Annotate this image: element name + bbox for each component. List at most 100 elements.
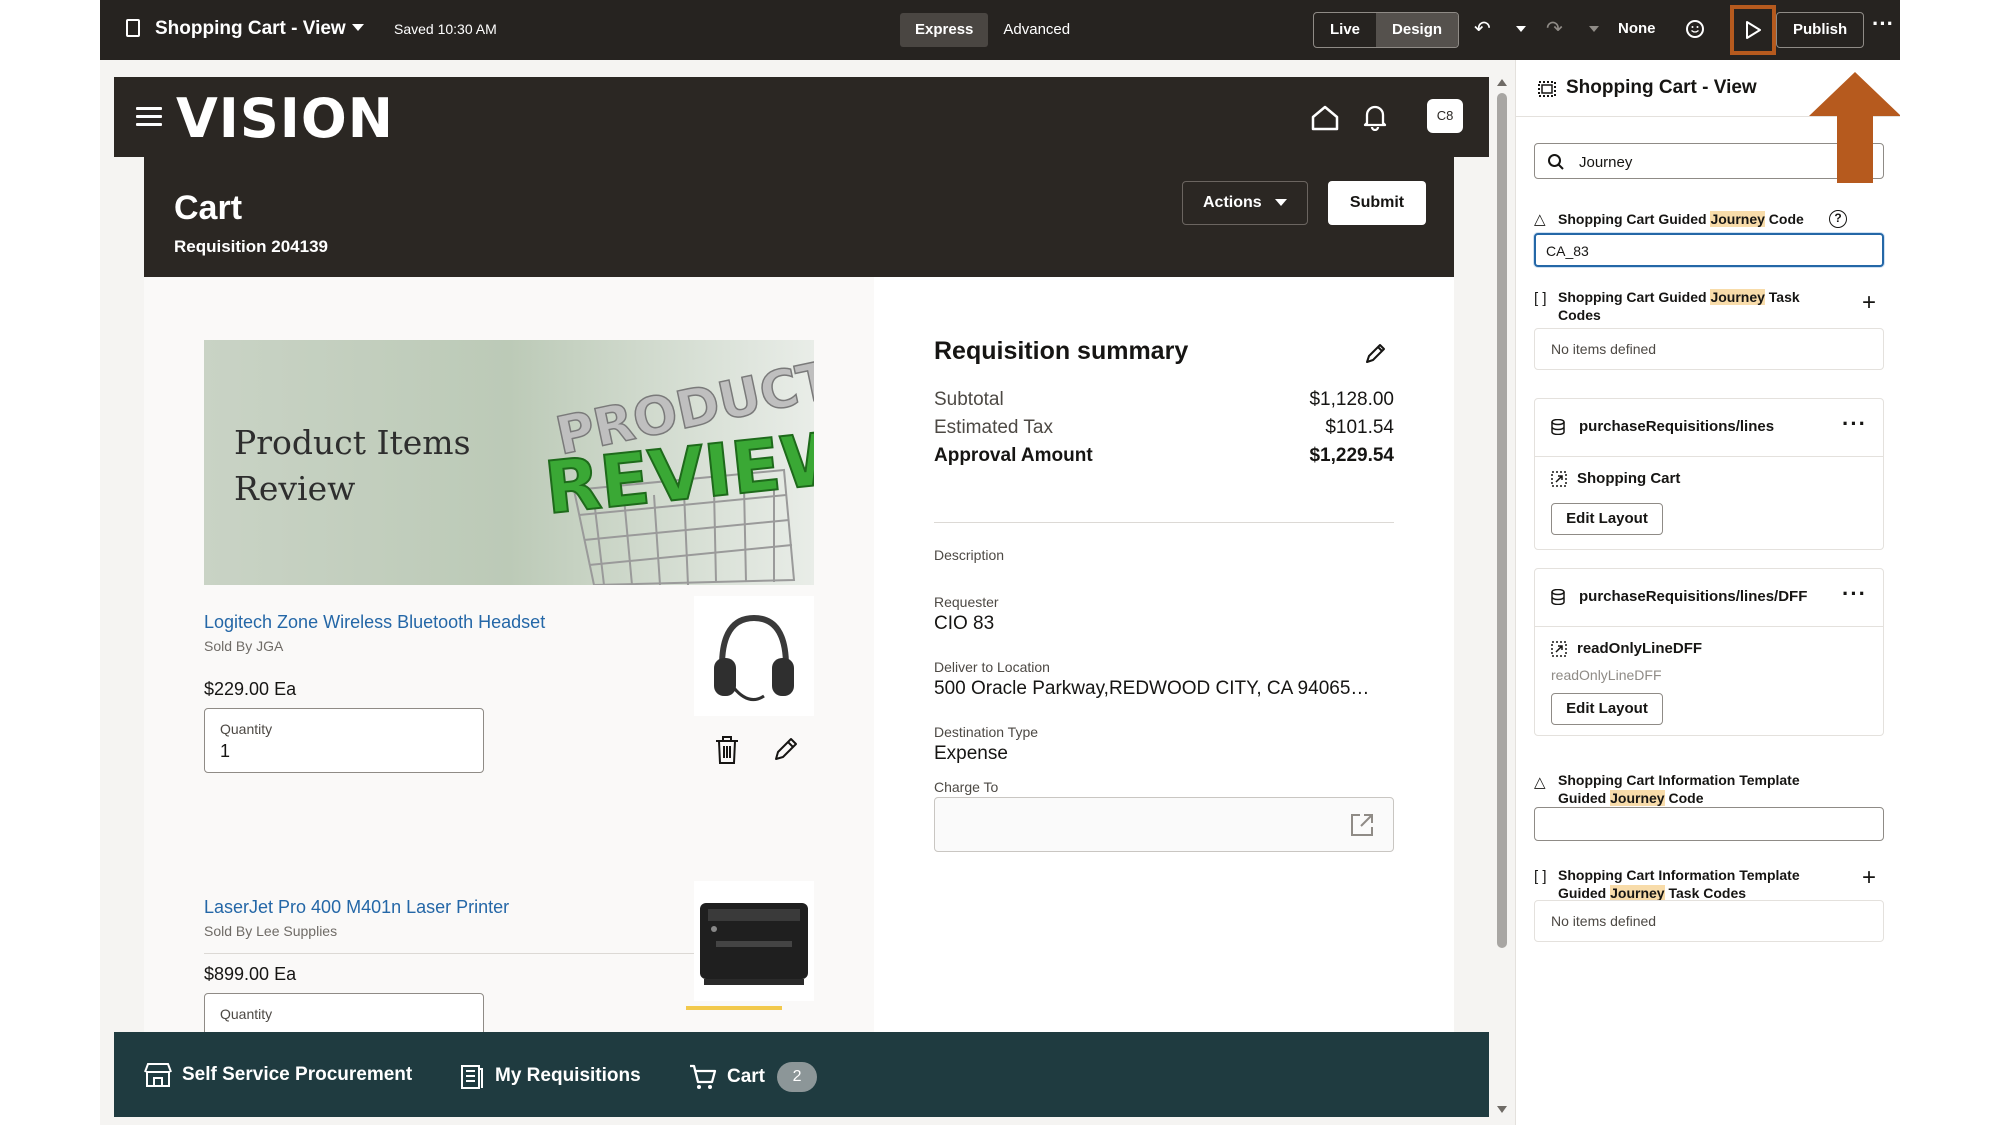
component-icon — [1538, 81, 1556, 97]
add-icon[interactable]: + — [1862, 866, 1876, 890]
redo-icon[interactable]: ↷ — [1546, 19, 1563, 39]
requisition-number: Requisition 204139 — [174, 237, 329, 256]
undo-icon[interactable]: ↶ — [1474, 19, 1491, 39]
charge-to-field[interactable] — [934, 797, 1394, 852]
empty-list: No items defined — [1534, 328, 1884, 370]
scroll-up-arrow-icon[interactable] — [1497, 79, 1507, 86]
top-toolbar: Shopping Cart - View Saved 10:30 AM Expr… — [100, 0, 1900, 60]
banner-text: Product Items Review — [234, 423, 471, 508]
cart-title: Cart — [174, 189, 243, 227]
product-seller: Sold By Lee Supplies — [204, 923, 338, 939]
product-name-link[interactable]: Logitech Zone Wireless Bluetooth Headset — [204, 612, 545, 633]
product-name-link[interactable]: LaserJet Pro 400 M401n Laser Printer — [204, 897, 509, 918]
summary-title: Requisition summary — [934, 337, 1189, 365]
redo-menu-chevron-icon[interactable] — [1589, 26, 1599, 32]
cart-icon — [690, 1064, 717, 1089]
edit-layout-button[interactable]: Edit Layout — [1551, 503, 1663, 535]
layout-icon — [1551, 640, 1567, 657]
data-source-card: purchaseRequisitions/lines/DFF ··· readO… — [1534, 568, 1884, 736]
chevron-down-icon[interactable] — [352, 24, 364, 31]
hamburger-menu-icon[interactable] — [136, 107, 162, 127]
live-tab[interactable]: Live — [1314, 13, 1376, 47]
sandbox-label[interactable]: None — [1618, 20, 1656, 37]
app-header: VISION C8 — [114, 77, 1489, 157]
external-link-icon[interactable] — [1349, 812, 1375, 838]
more-options-icon[interactable]: ··· — [1872, 13, 1894, 35]
charge-to-label: Charge To — [934, 779, 999, 795]
app-window: Shopping Cart - View Saved 10:30 AM Expr… — [100, 0, 1900, 1125]
text-field-icon: △ — [1534, 774, 1546, 791]
quantity-value: 1 — [220, 741, 231, 761]
summary-divider — [934, 522, 1394, 523]
more-options-icon[interactable]: ··· — [1842, 581, 1867, 607]
destination-type-label: Destination Type — [934, 724, 1039, 740]
user-avatar[interactable]: C8 — [1427, 99, 1463, 133]
image-highlight-strip — [686, 1006, 782, 1010]
headset-product-image[interactable] — [694, 596, 814, 716]
product-seller: Sold By JGA — [204, 638, 284, 654]
add-icon[interactable]: + — [1862, 291, 1876, 315]
product-price: $899.00 Ea — [204, 964, 297, 984]
express-tab[interactable]: Express — [900, 13, 989, 47]
array-field-icon: [ ] — [1534, 290, 1547, 307]
text-field-icon: △ — [1534, 211, 1546, 228]
destination-type-value: Expense — [934, 743, 1008, 764]
submit-button[interactable]: Submit — [1328, 181, 1426, 225]
page-title[interactable]: Shopping Cart - View — [155, 18, 346, 40]
edit-layout-button[interactable]: Edit Layout — [1551, 693, 1663, 725]
edit-pencil-icon[interactable] — [772, 735, 800, 763]
layout-link[interactable]: readOnlyLineDFF — [1551, 640, 1702, 657]
guided-journey-code-label: Shopping Cart Guided Journey Code — [1558, 211, 1804, 227]
nav-label: My Requisitions — [495, 1065, 641, 1086]
approval-value: $1,229.54 — [1309, 445, 1394, 466]
undo-menu-chevron-icon[interactable] — [1516, 26, 1526, 32]
approval-label: Approval Amount — [934, 445, 1093, 466]
deliver-location-label: Deliver to Location — [934, 659, 1050, 675]
requisition-summary-panel: Requisition summary Subtotal $1,128.00 E… — [874, 277, 1454, 1117]
help-icon[interactable]: ? — [1829, 210, 1847, 228]
nav-my-requisitions[interactable]: My Requisitions — [459, 1062, 641, 1090]
nav-label: Self Service Procurement — [182, 1064, 413, 1085]
canvas-scrollbar[interactable] — [1493, 77, 1509, 1117]
layout-link[interactable]: Shopping Cart — [1551, 470, 1680, 487]
array-field-icon: [ ] — [1534, 868, 1547, 885]
tax-value: $101.54 — [1325, 417, 1394, 438]
layout-icon — [1551, 470, 1567, 487]
publish-button[interactable]: Publish — [1776, 12, 1865, 48]
search-input[interactable] — [1579, 150, 1829, 174]
guided-journey-code-input[interactable]: CA_83 — [1534, 233, 1884, 267]
product-review-cart-graphic: PRODUCT REVIEW — [540, 350, 814, 585]
search-icon — [1548, 154, 1564, 170]
delete-trash-icon[interactable] — [714, 735, 740, 765]
more-options-icon[interactable]: ··· — [1842, 411, 1867, 437]
edit-pencil-icon[interactable] — [1364, 341, 1388, 365]
scroll-down-arrow-icon[interactable] — [1497, 1106, 1507, 1113]
info-template-journey-task-codes-label: Shopping Cart Information Template Guide… — [1558, 867, 1800, 901]
deliver-location-value: 500 Oracle Parkway,REDWOOD CITY, CA 9406… — [934, 678, 1370, 699]
product-price: $229.00 Ea — [204, 679, 297, 699]
data-source-name: purchaseRequisitions/lines — [1579, 418, 1775, 435]
printer-product-image[interactable] — [694, 881, 814, 1001]
mode-switcher: Express Advanced — [900, 13, 1085, 47]
callout-arrow-annotation — [1809, 72, 1900, 183]
bottom-navigation: Self Service Procurement My Requisitions… — [114, 1032, 1489, 1117]
guided-journey-task-codes-label: Shopping Cart Guided Journey Task Codes — [1558, 289, 1800, 323]
design-canvas: VISION C8 Cart Requisition 204139 Action… — [114, 77, 1489, 1117]
subtotal-value: $1,128.00 — [1309, 389, 1394, 410]
quantity-field[interactable]: Quantity 1 — [204, 708, 484, 773]
home-icon[interactable] — [1310, 105, 1340, 131]
nav-cart[interactable]: Cart 2 — [689, 1062, 818, 1092]
advanced-tab[interactable]: Advanced — [988, 13, 1085, 47]
scroll-thumb[interactable] — [1497, 93, 1507, 948]
feedback-smiley-icon[interactable] — [1686, 20, 1704, 38]
actions-menu-button[interactable]: Actions — [1182, 181, 1308, 225]
vision-logo: VISION — [176, 87, 394, 150]
notifications-bell-icon[interactable] — [1361, 103, 1389, 131]
panel-title: Shopping Cart - View — [1566, 77, 1757, 98]
properties-panel: Shopping Cart - View ✕ △ Shopping Cart G… — [1515, 60, 1900, 1125]
design-tab[interactable]: Design — [1376, 13, 1459, 47]
info-template-journey-code-input[interactable] — [1534, 807, 1884, 841]
nav-self-service-procurement[interactable]: Self Service Procurement — [144, 1062, 412, 1088]
database-icon — [1551, 589, 1565, 605]
preview-button[interactable] — [1730, 5, 1776, 55]
